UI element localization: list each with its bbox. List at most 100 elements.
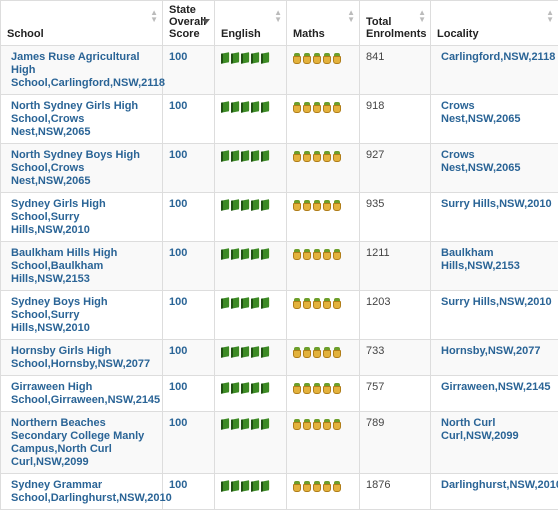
total-enrolments: 927	[366, 149, 384, 161]
book-icon	[251, 248, 259, 259]
book-icon	[231, 199, 239, 210]
overall-score: 100	[169, 247, 187, 259]
maths-rating	[293, 296, 353, 309]
overall-score: 100	[169, 381, 187, 393]
column-header-school[interactable]: ▲▼ School	[1, 1, 163, 46]
overall-score: 100	[169, 479, 187, 491]
book-icon	[221, 52, 229, 63]
sort-icon[interactable]: ▲▼	[418, 9, 426, 23]
book-icon	[261, 150, 269, 161]
score-cell: 100	[163, 144, 215, 193]
table-row: Girraween High School,Girraween,NSW,2145…	[1, 376, 558, 412]
school-link[interactable]: James Ruse Agricultural High School,Carl…	[11, 51, 165, 89]
column-header-score[interactable]: State Overall Score	[163, 1, 215, 46]
locality-link[interactable]: North Curl Curl,NSW,2099	[441, 417, 519, 442]
school-link[interactable]: North Sydney Girls High School,Crows Nes…	[11, 100, 138, 138]
locality-link[interactable]: Surry Hills,NSW,2010	[441, 296, 552, 308]
total-enrolments: 935	[366, 198, 384, 210]
pineapple-icon	[303, 383, 311, 394]
locality-link[interactable]: Crows Nest,NSW,2065	[441, 149, 520, 174]
book-icon	[231, 101, 239, 112]
sort-icon[interactable]: ▲▼	[274, 9, 282, 23]
locality-link[interactable]: Baulkham Hills,NSW,2153	[441, 247, 520, 272]
english-rating	[221, 247, 280, 259]
book-icon	[231, 150, 239, 161]
column-header-english[interactable]: ▲▼ English	[215, 1, 287, 46]
locality-link[interactable]: Surry Hills,NSW,2010	[441, 198, 552, 210]
pineapple-icon	[333, 102, 341, 113]
pineapple-icon	[293, 383, 301, 394]
sort-icon[interactable]: ▲▼	[150, 9, 158, 23]
pineapple-icon	[333, 151, 341, 162]
pineapple-icon	[323, 383, 331, 394]
maths-rating	[293, 100, 353, 113]
column-label: School	[1, 28, 162, 45]
school-link[interactable]: Sydney Girls High School,Surry Hills,NSW…	[11, 198, 106, 236]
book-icon	[251, 382, 259, 393]
enrolments-cell: 789	[360, 412, 431, 474]
sort-icon[interactable]: ▲▼	[546, 9, 554, 23]
english-rating	[221, 479, 280, 491]
pineapple-icon	[303, 249, 311, 260]
column-header-enrolments[interactable]: ▲▼ Total Enrolments	[360, 1, 431, 46]
school-cell: Sydney Grammar School,Darlinghurst,NSW,2…	[1, 474, 163, 510]
locality-cell: Surry Hills,NSW,2010	[431, 291, 558, 340]
maths-rating	[293, 51, 353, 64]
column-label: Locality	[431, 28, 558, 45]
pineapple-icon	[293, 481, 301, 492]
pineapple-icon	[303, 102, 311, 113]
sort-descending-icon[interactable]	[202, 19, 210, 24]
pineapple-icon	[333, 298, 341, 309]
school-link[interactable]: North Sydney Boys High School,Crows Nest…	[11, 149, 140, 187]
english-cell	[215, 46, 287, 95]
pineapple-icon	[303, 347, 311, 358]
book-icon	[251, 418, 259, 429]
pineapple-icon	[333, 200, 341, 211]
locality-link[interactable]: Crows Nest,NSW,2065	[441, 100, 520, 125]
maths-rating	[293, 345, 353, 358]
locality-link[interactable]: Darlinghurst,NSW,2010	[441, 479, 558, 491]
school-link[interactable]: Girraween High School,Girraween,NSW,2145	[11, 381, 160, 406]
locality-cell: Carlingford,NSW,2118	[431, 46, 558, 95]
maths-cell	[287, 46, 360, 95]
english-cell	[215, 412, 287, 474]
maths-rating	[293, 198, 353, 211]
english-cell	[215, 340, 287, 376]
maths-cell	[287, 291, 360, 340]
book-icon	[261, 248, 269, 259]
book-icon	[221, 150, 229, 161]
book-icon	[261, 297, 269, 308]
column-header-maths[interactable]: ▲▼ Maths	[287, 1, 360, 46]
school-link[interactable]: Sydney Grammar School,Darlinghurst,NSW,2…	[11, 479, 172, 504]
locality-cell: Darlinghurst,NSW,2010	[431, 474, 558, 510]
pineapple-icon	[293, 200, 301, 211]
total-enrolments: 789	[366, 417, 384, 429]
overall-score: 100	[169, 345, 187, 357]
locality-link[interactable]: Carlingford,NSW,2118	[441, 51, 555, 63]
school-link[interactable]: Baulkham Hills High School,Baulkham Hill…	[11, 247, 117, 285]
table-row: Sydney Girls High School,Surry Hills,NSW…	[1, 193, 558, 242]
pineapple-icon	[333, 53, 341, 64]
column-header-locality[interactable]: ▲▼ Locality	[431, 1, 558, 46]
enrolments-cell: 1211	[360, 242, 431, 291]
school-link[interactable]: Hornsby Girls High School,Hornsby,NSW,20…	[11, 345, 150, 370]
sort-icon[interactable]: ▲▼	[347, 9, 355, 23]
pineapple-icon	[333, 347, 341, 358]
pineapple-icon	[323, 347, 331, 358]
pineapple-icon	[313, 347, 321, 358]
locality-link[interactable]: Girraween,NSW,2145	[441, 381, 550, 393]
pineapple-icon	[323, 481, 331, 492]
school-link[interactable]: Sydney Boys High School,Surry Hills,NSW,…	[11, 296, 108, 334]
score-cell: 100	[163, 95, 215, 144]
pineapple-icon	[293, 347, 301, 358]
book-icon	[241, 297, 249, 308]
school-link[interactable]: Northern Beaches Secondary College Manly…	[11, 417, 144, 468]
english-cell	[215, 144, 287, 193]
school-cell: Northern Beaches Secondary College Manly…	[1, 412, 163, 474]
english-rating	[221, 100, 280, 112]
book-icon	[231, 248, 239, 259]
school-cell: Baulkham Hills High School,Baulkham Hill…	[1, 242, 163, 291]
enrolments-cell: 918	[360, 95, 431, 144]
pineapple-icon	[303, 200, 311, 211]
locality-link[interactable]: Hornsby,NSW,2077	[441, 345, 540, 357]
